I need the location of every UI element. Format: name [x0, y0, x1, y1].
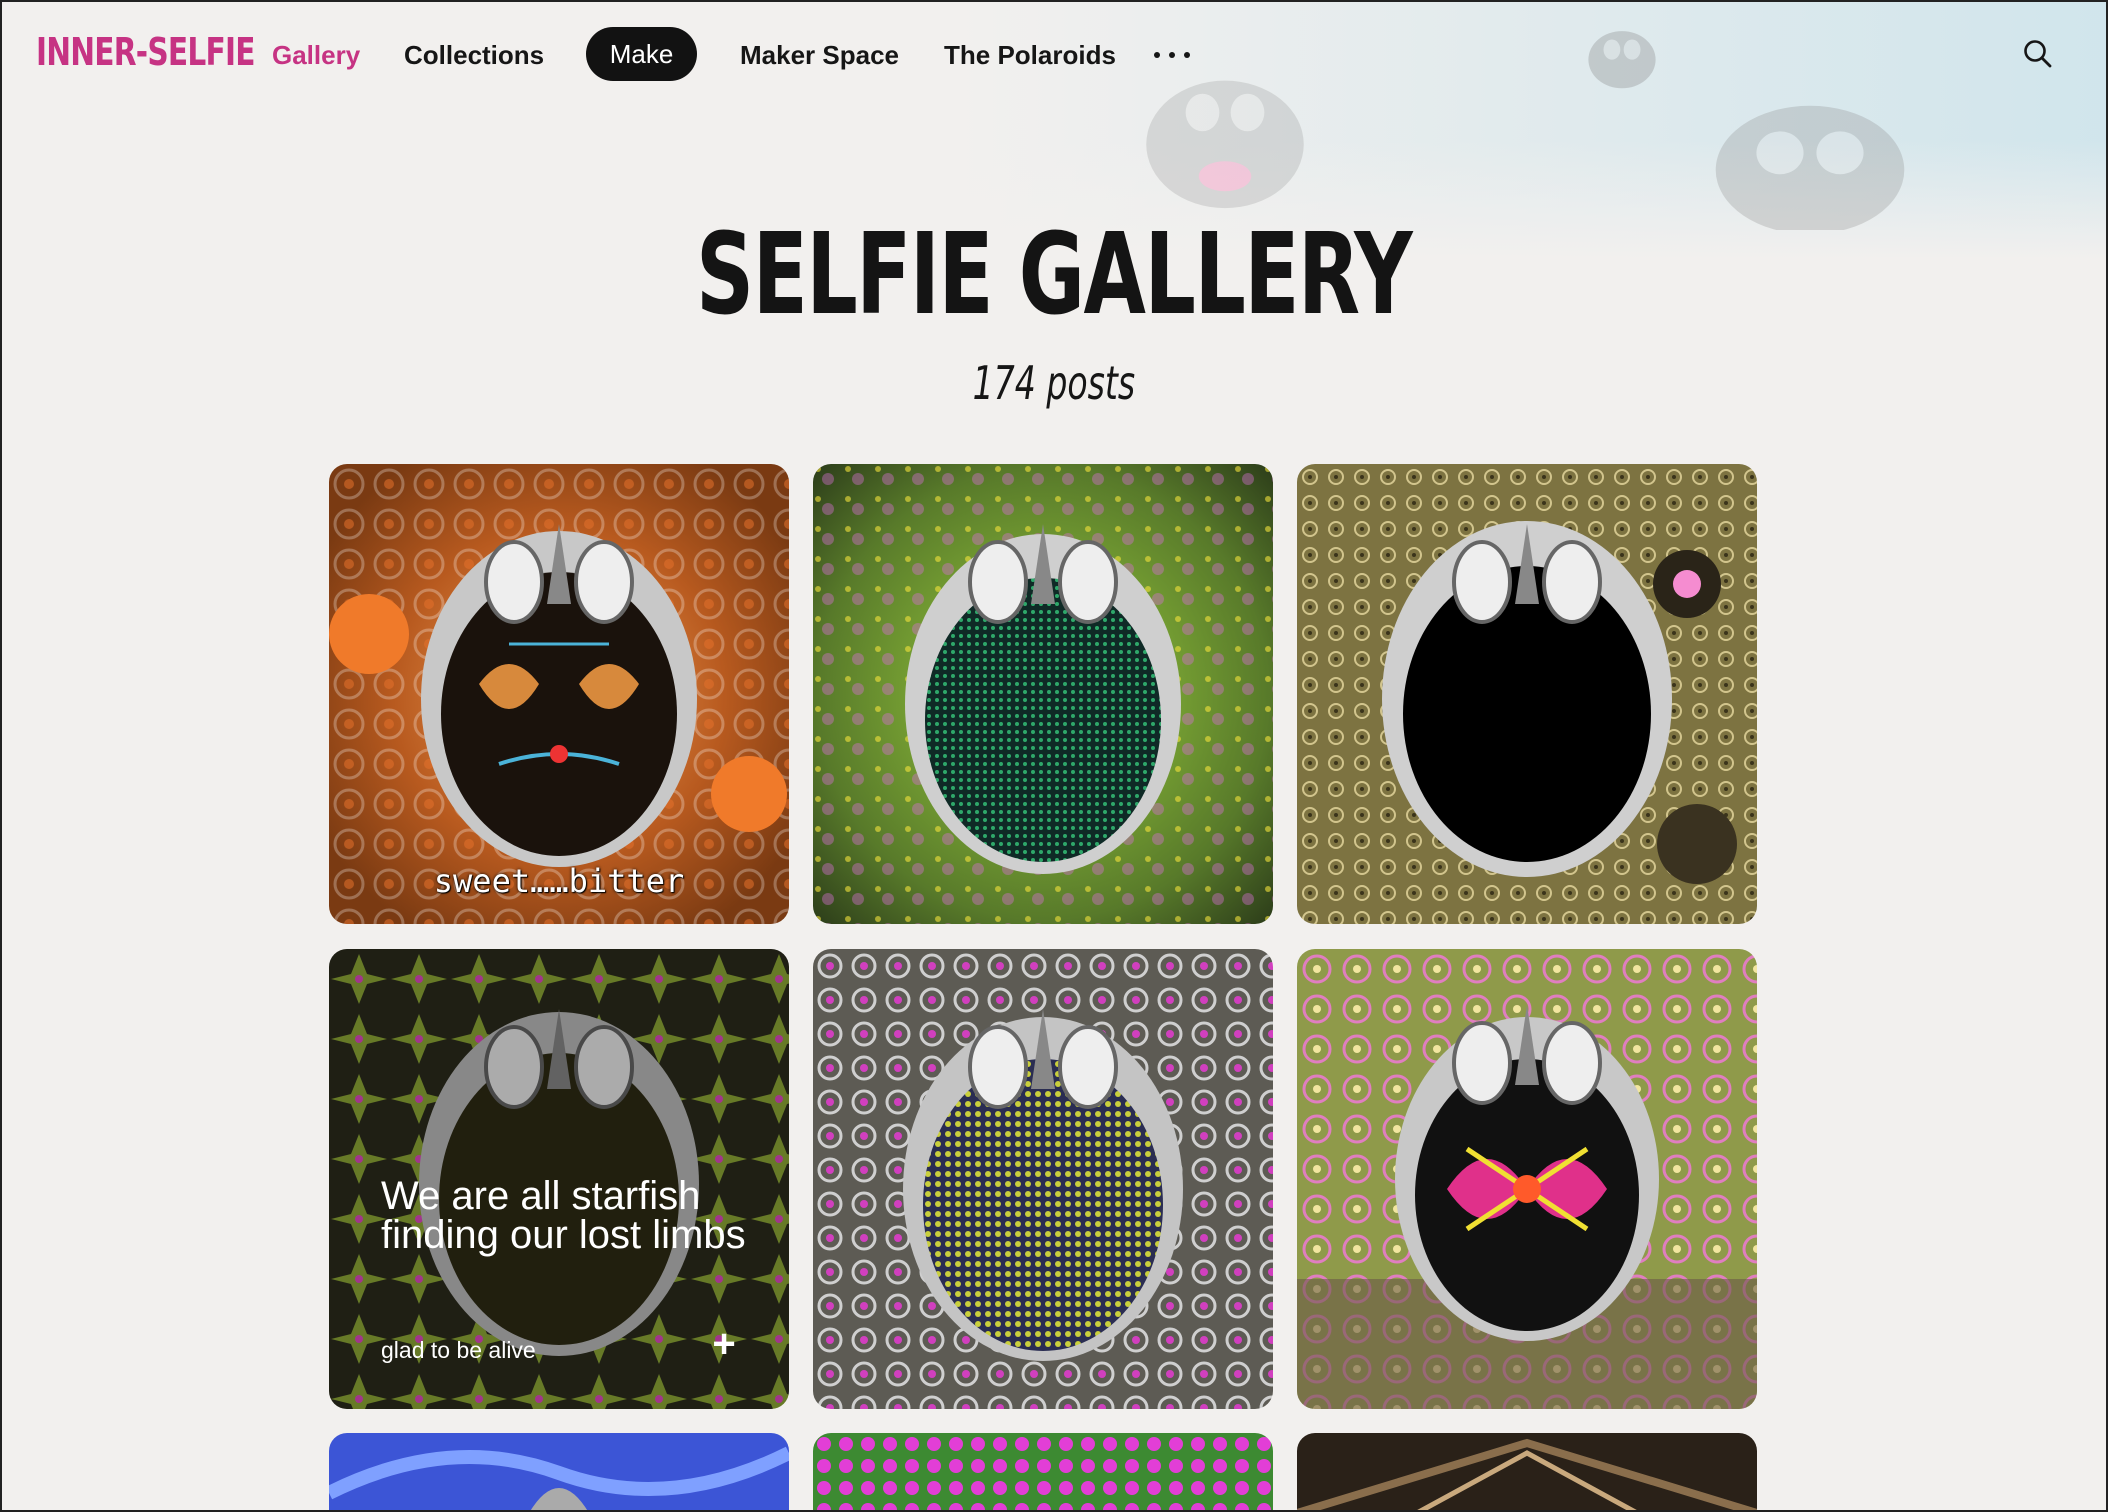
- selfie-image: [329, 464, 789, 924]
- post-count: 174 posts: [972, 356, 1136, 410]
- selfie-image: [1297, 464, 1757, 924]
- gallery-tile[interactable]: [813, 949, 1273, 1409]
- nav-collections[interactable]: Collections: [404, 40, 544, 71]
- tile-subcaption: glad to be alive: [381, 1337, 536, 1363]
- page-title: SELFIE GALLERY: [696, 210, 1413, 340]
- tile-stamp-text: sweet……bitter: [433, 862, 685, 900]
- plus-icon[interactable]: +: [709, 1324, 739, 1364]
- nav-the-polaroids[interactable]: The Polaroids: [944, 40, 1116, 71]
- selfie-image: [813, 1433, 1273, 1512]
- gallery-tile[interactable]: [1297, 949, 1757, 1409]
- ellipsis-icon[interactable]: [1154, 40, 1190, 70]
- gallery-tile[interactable]: We are all starfish finding our lost lim…: [329, 949, 789, 1409]
- gallery-tile[interactable]: [813, 1433, 1273, 1512]
- top-nav: INNER-SELFIE Gallery Collections Make Ma…: [0, 0, 2108, 112]
- nav-gallery[interactable]: Gallery: [272, 40, 360, 71]
- selfie-image: [813, 949, 1273, 1409]
- tile-caption: We are all starfish finding our lost lim…: [381, 1174, 746, 1257]
- selfie-image: [329, 1433, 789, 1512]
- nav-make-button[interactable]: Make: [586, 27, 697, 81]
- brand-logo[interactable]: INNER-SELFIE: [36, 30, 255, 74]
- gallery-tile[interactable]: sweet……bitter: [329, 464, 789, 924]
- selfie-image: [813, 464, 1273, 924]
- gallery-tile[interactable]: [1297, 1433, 1757, 1512]
- gallery-tile[interactable]: [329, 1433, 789, 1512]
- gallery-tile[interactable]: [813, 464, 1273, 924]
- selfie-image: [1297, 949, 1757, 1409]
- search-icon[interactable]: [2022, 38, 2054, 70]
- selfie-image: [1297, 1433, 1757, 1512]
- gallery-tile[interactable]: [1297, 464, 1757, 924]
- nav-maker-space[interactable]: Maker Space: [740, 40, 899, 71]
